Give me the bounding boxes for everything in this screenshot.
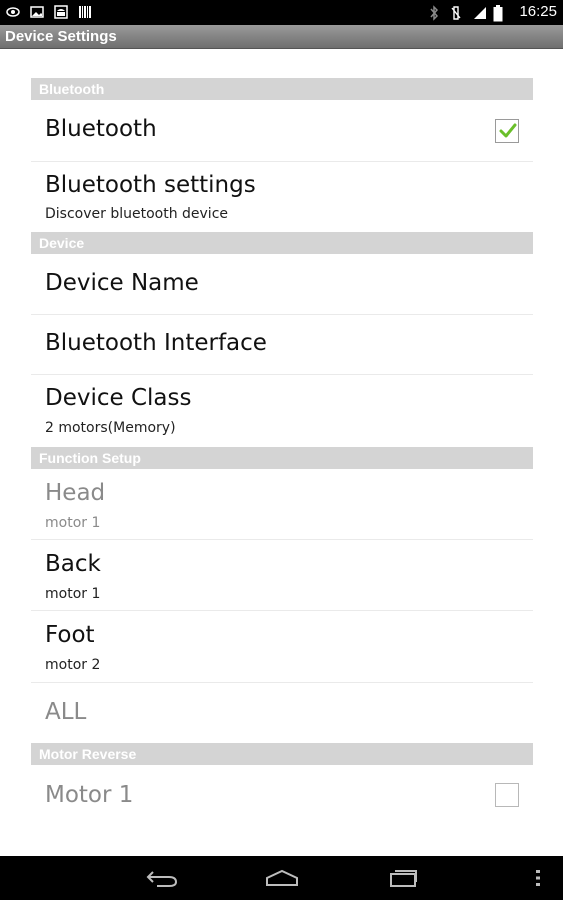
pref-title: ALL <box>45 699 87 725</box>
pref-title: Foot <box>45 622 95 648</box>
section-header-motor-reverse: Motor Reverse <box>31 743 533 765</box>
section-header-function-setup: Function Setup <box>31 447 533 469</box>
pref-title: Motor 1 <box>45 782 134 808</box>
preferences-list: Bluetooth Bluetooth Bluetooth settings D… <box>31 78 533 827</box>
pref-bluetooth-settings[interactable]: Bluetooth settings Discover bluetooth de… <box>31 162 533 232</box>
home-button[interactable] <box>262 866 302 890</box>
pref-summary: motor 1 <box>45 515 101 531</box>
vibrate-icon <box>449 5 463 20</box>
battery-icon <box>493 4 507 21</box>
pref-title: Device Name <box>45 270 199 296</box>
pref-device-class[interactable]: Device Class 2 motors(Memory) <box>31 375 533 447</box>
pref-back[interactable]: Back motor 1 <box>31 540 533 611</box>
recent-apps-icon <box>390 870 417 887</box>
clock: 16:25 <box>519 3 557 20</box>
signal-icon <box>471 5 487 19</box>
menu-icon <box>536 870 540 886</box>
pref-head: Head motor 1 <box>31 469 533 540</box>
pref-title: Bluetooth settings <box>45 172 256 198</box>
pref-title: Back <box>45 551 101 577</box>
android-icon <box>54 4 68 19</box>
pref-bluetooth-interface[interactable]: Bluetooth Interface <box>31 315 533 375</box>
pref-summary: motor 2 <box>45 657 101 673</box>
pref-bluetooth-toggle[interactable]: Bluetooth <box>31 100 533 162</box>
pref-title: Head <box>45 480 106 506</box>
pref-summary: Discover bluetooth device <box>45 206 229 222</box>
pref-summary: 2 motors(Memory) <box>45 420 176 436</box>
image-icon <box>30 4 44 18</box>
eye-icon <box>6 4 20 18</box>
pref-all: ALL <box>31 683 533 743</box>
home-icon <box>266 869 298 886</box>
title-bar: Device Settings <box>0 25 563 49</box>
pref-title: Device Class <box>45 385 192 411</box>
section-header-bluetooth: Bluetooth <box>31 78 533 100</box>
status-bar: 16:25 <box>0 0 563 25</box>
recent-apps-button[interactable] <box>383 866 423 890</box>
pref-title: Bluetooth Interface <box>45 330 267 356</box>
pref-title: Bluetooth <box>45 116 157 142</box>
pref-motor-1: Motor 1 <box>31 765 533 827</box>
pref-foot[interactable]: Foot motor 2 <box>31 611 533 683</box>
pref-summary: motor 1 <box>45 586 101 602</box>
back-button[interactable] <box>142 866 182 890</box>
menu-button[interactable] <box>518 866 558 890</box>
pref-device-name[interactable]: Device Name <box>31 254 533 315</box>
section-header-device: Device <box>31 232 533 254</box>
motor-1-checkbox <box>495 783 519 807</box>
bluetooth-icon <box>427 4 441 21</box>
page-title: Device Settings <box>5 28 117 45</box>
barcode-icon <box>78 4 92 18</box>
bluetooth-checkbox[interactable] <box>495 119 519 143</box>
navigation-bar <box>0 856 563 900</box>
checkmark-icon <box>499 123 517 138</box>
back-icon <box>146 871 178 887</box>
